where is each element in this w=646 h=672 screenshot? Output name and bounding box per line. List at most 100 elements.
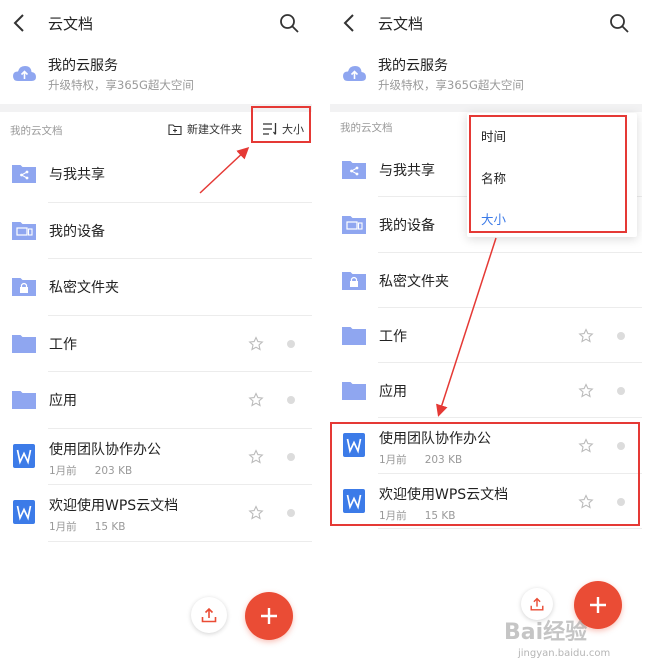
sort-option-name[interactable]: 名称 — [481, 168, 506, 187]
row-divider — [48, 540, 312, 542]
more-dot-icon[interactable] — [617, 331, 625, 340]
sort-option-time[interactable]: 时间 — [481, 126, 506, 145]
cloud-upload-icon — [343, 66, 366, 81]
list-item[interactable]: 与我共享 — [0, 146, 312, 203]
search-icon[interactable] — [278, 12, 300, 34]
page-title: 云文档 — [378, 15, 424, 33]
row-divider — [378, 528, 642, 530]
divider — [330, 104, 642, 112]
left-screen: 云文档 我的云服务 升级特权，享365G超大空间 我的云文档 新建文件夹 大小 … — [0, 0, 312, 672]
device-folder-icon — [342, 216, 366, 235]
word-doc-icon — [343, 488, 365, 513]
new-folder-button[interactable]: 新建文件夹 — [168, 120, 242, 138]
new-folder-icon — [168, 124, 182, 136]
sort-button[interactable]: 大小 — [262, 120, 304, 138]
word-doc-icon — [343, 433, 365, 458]
item-time: 1月前 — [379, 454, 407, 467]
star-icon[interactable] — [578, 438, 594, 454]
private-folder-icon — [342, 271, 366, 290]
item-time: 1月前 — [379, 509, 407, 522]
item-size: 203 KB — [94, 464, 133, 477]
cloud-service-title: 我的云服务 — [378, 58, 448, 74]
list-item[interactable]: 工作 — [330, 308, 642, 364]
star-icon[interactable] — [578, 383, 594, 399]
sort-menu: 时间 名称 大小 — [467, 113, 637, 237]
word-doc-icon — [13, 443, 35, 468]
item-meta: 1月前 15 KB — [379, 508, 455, 523]
item-name: 私密文件夹 — [379, 273, 449, 290]
item-size: 203 KB — [424, 454, 463, 467]
more-dot-icon[interactable] — [287, 396, 295, 404]
top-bar: 云文档 — [330, 0, 642, 46]
add-button[interactable] — [574, 581, 622, 629]
cloud-service-title: 我的云服务 — [48, 58, 118, 74]
star-icon[interactable] — [248, 392, 264, 408]
right-screen: 云文档 我的云服务 升级特权，享365G超大空间 我的云文档 与我共享 我的设备… — [330, 0, 642, 672]
list-item[interactable]: 私密文件夹 — [330, 253, 642, 308]
star-icon[interactable] — [578, 328, 594, 344]
item-name: 应用 — [49, 393, 77, 409]
chevron-left-icon[interactable] — [340, 12, 360, 34]
upload-button[interactable] — [191, 597, 227, 633]
sort-option-size[interactable]: 大小 — [481, 209, 506, 228]
new-folder-label: 新建文件夹 — [187, 123, 242, 136]
upload-icon — [530, 597, 544, 611]
star-icon[interactable] — [248, 448, 264, 465]
more-dot-icon[interactable] — [617, 442, 625, 451]
list-item[interactable]: 欢迎使用WPS云文档 1月前 15 KB — [0, 485, 312, 542]
star-icon[interactable] — [248, 505, 264, 521]
more-dot-icon[interactable] — [617, 497, 625, 506]
item-name: 与我共享 — [49, 167, 105, 183]
cloud-upload-icon — [13, 66, 36, 81]
more-dot-icon[interactable] — [617, 387, 625, 396]
top-bar: 云文档 — [0, 0, 312, 46]
word-doc-icon — [13, 500, 35, 524]
plus-icon — [590, 597, 606, 613]
page-title: 云文档 — [48, 15, 94, 33]
star-icon[interactable] — [248, 335, 264, 352]
item-time: 1月前 — [49, 464, 77, 477]
upload-icon — [201, 607, 217, 623]
chevron-left-icon[interactable] — [10, 12, 30, 34]
item-name: 我的设备 — [49, 223, 105, 240]
folder-icon — [12, 391, 36, 409]
add-button[interactable] — [245, 592, 293, 640]
shared-folder-icon — [342, 161, 366, 179]
list-item[interactable]: 使用团队协作办公 1月前 203 KB — [330, 418, 642, 474]
list-item[interactable]: 私密文件夹 — [0, 259, 312, 316]
list-item[interactable]: 应用 — [330, 363, 642, 419]
plus-icon — [261, 608, 277, 624]
item-name: 工作 — [49, 336, 77, 353]
cloud-service-banner[interactable]: 我的云服务 升级特权，享365G超大空间 — [0, 46, 312, 104]
item-meta: 1月前 203 KB — [379, 452, 462, 467]
more-dot-icon[interactable] — [287, 452, 295, 461]
item-size: 15 KB — [94, 521, 126, 533]
section-header: 我的云文档 新建文件夹 大小 — [0, 112, 312, 146]
sort-label: 大小 — [282, 123, 304, 136]
item-name: 工作 — [379, 328, 407, 345]
item-name: 我的设备 — [379, 218, 435, 235]
item-meta: 1月前 15 KB — [49, 519, 125, 534]
upload-button[interactable] — [521, 588, 553, 620]
more-dot-icon[interactable] — [287, 509, 295, 517]
list-item[interactable]: 工作 — [0, 316, 312, 372]
folder-icon — [342, 326, 366, 345]
section-label: 我的云文档 — [340, 122, 393, 134]
cloud-service-banner[interactable]: 我的云服务 升级特权，享365G超大空间 — [330, 46, 642, 104]
cloud-service-subtitle: 升级特权，享365G超大空间 — [378, 78, 524, 92]
list-item[interactable]: 欢迎使用WPS云文档 1月前 15 KB — [330, 474, 642, 530]
item-name: 使用团队协作办公 — [49, 441, 161, 458]
list-item[interactable]: 使用团队协作办公 1月前 203 KB — [0, 429, 312, 485]
item-name: 欢迎使用WPS云文档 — [49, 498, 179, 514]
list-item[interactable]: 我的设备 — [0, 203, 312, 259]
search-icon[interactable] — [608, 12, 630, 34]
item-name: 应用 — [379, 384, 407, 401]
item-time: 1月前 — [49, 521, 77, 533]
list-item[interactable]: 应用 — [0, 372, 312, 429]
more-dot-icon[interactable] — [287, 339, 295, 348]
item-size: 15 KB — [424, 509, 456, 522]
device-folder-icon — [12, 221, 36, 240]
item-name: 使用团队协作办公 — [379, 431, 491, 448]
star-icon[interactable] — [578, 493, 594, 510]
divider — [0, 104, 312, 112]
